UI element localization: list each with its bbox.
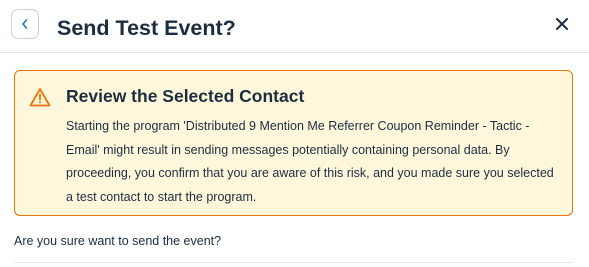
close-button[interactable] [551,15,573,37]
back-button[interactable] [11,9,39,39]
confirmation-question: Are you sure want to send the event? [14,234,222,248]
warning-heading: Review the Selected Contact [66,86,305,106]
chevron-left-icon [20,18,30,30]
send-test-event-dialog: Send Test Event? Review the Selected Con… [0,0,589,267]
close-icon [555,17,569,36]
footer-divider [14,262,573,263]
dialog-title: Send Test Event? [57,16,236,40]
warning-message: Starting the program 'Distributed 9 Ment… [66,119,554,204]
dialog-header: Send Test Event? [0,0,589,53]
warning-triangle-icon [29,87,51,107]
warning-message-strip: Review the Selected Contact Starting the… [14,70,573,216]
